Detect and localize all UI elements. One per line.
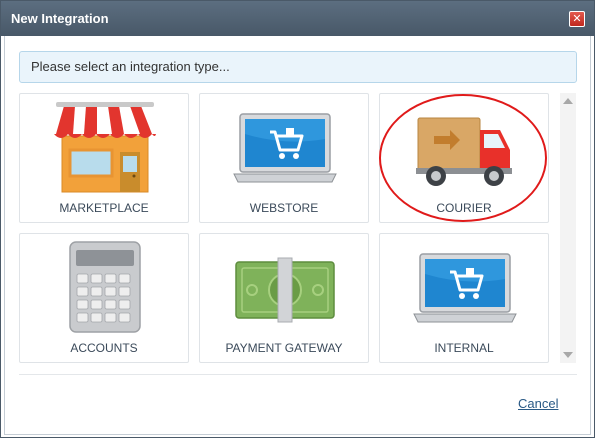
tile-scrollbar[interactable] xyxy=(560,93,576,363)
tile-label: WEBSTORE xyxy=(249,201,319,215)
dialog-titlebar: New Integration ✕ xyxy=(1,1,594,36)
scroll-down-icon[interactable] xyxy=(563,352,573,358)
hint-bar: Please select an integration type... xyxy=(19,51,577,83)
calculator-icon xyxy=(69,241,141,333)
tile-label: PAYMENT GATEWAY xyxy=(225,341,343,355)
tile-webstore[interactable]: WEBSTORE xyxy=(199,93,369,223)
tile-label: MARKETPLACE xyxy=(59,201,149,215)
tile-internal[interactable]: INTERNAL xyxy=(379,233,549,363)
close-icon[interactable]: ✕ xyxy=(569,11,585,27)
scroll-up-icon[interactable] xyxy=(563,98,573,104)
banknote-icon xyxy=(235,257,335,323)
tile-label: ACCOUNTS xyxy=(70,341,138,355)
laptop-cart-icon xyxy=(233,113,337,183)
tile-label: INTERNAL xyxy=(434,341,494,355)
laptop-cart-icon xyxy=(413,253,517,323)
tile-label: COURIER xyxy=(436,201,492,215)
footer-divider xyxy=(19,374,577,375)
tile-courier[interactable]: COURIER xyxy=(379,93,549,223)
dialog-title: New Integration xyxy=(11,11,109,26)
tile-accounts[interactable]: ACCOUNTS xyxy=(19,233,189,363)
tile-marketplace[interactable]: MARKETPLACE xyxy=(19,93,189,223)
cancel-button[interactable]: Cancel xyxy=(518,396,558,411)
tile-payment-gateway[interactable]: PAYMENT GATEWAY xyxy=(199,233,369,363)
storefront-icon xyxy=(54,102,156,193)
delivery-truck-icon xyxy=(416,117,512,186)
integration-dialog: New Integration ✕ Please select an integ… xyxy=(0,0,595,438)
